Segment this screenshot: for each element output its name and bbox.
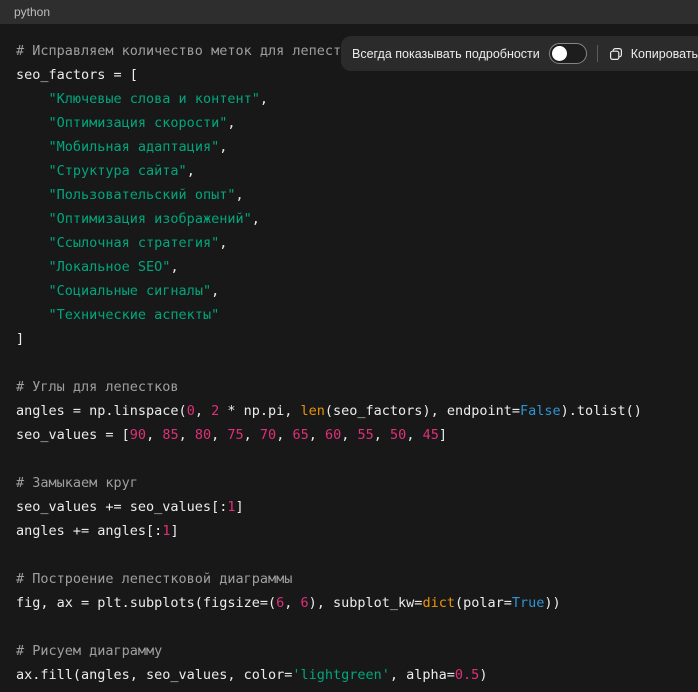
details-toggle[interactable] — [549, 43, 587, 64]
code-content: # Исправляем количество меток для лепест… — [0, 24, 698, 687]
code-line: "Социальные сигналы", — [16, 279, 682, 303]
code-line: "Мобильная адаптация", — [16, 135, 682, 159]
code-line: "Ссылочная стратегия", — [16, 231, 682, 255]
code-line: # Замыкаем круг — [16, 471, 682, 495]
code-line: "Структура сайта", — [16, 159, 682, 183]
code-line: angles += angles[:1] — [16, 519, 682, 543]
code-line: "Пользовательский опыт", — [16, 183, 682, 207]
always-show-details-label: Всегда показывать подробности — [352, 47, 540, 61]
always-show-details-control[interactable]: Всегда показывать подробности — [352, 43, 587, 64]
code-line: # Построение лепестковой диаграммы — [16, 567, 682, 591]
code-language-label: python — [14, 5, 50, 19]
code-line: seo_values += seo_values[:1] — [16, 495, 682, 519]
code-header: python — [0, 0, 698, 24]
copy-code-button[interactable]: Копировать код — [608, 46, 698, 62]
code-line: seo_values = [90, 85, 80, 75, 70, 65, 60… — [16, 423, 682, 447]
code-line: "Ключевые слова и контент", — [16, 87, 682, 111]
copy-code-label: Копировать код — [631, 47, 698, 61]
code-line — [16, 447, 682, 471]
code-line: "Оптимизация скорости", — [16, 111, 682, 135]
code-toolbar: Всегда показывать подробности Копировать… — [341, 36, 698, 71]
code-line: "Оптимизация изображений", — [16, 207, 682, 231]
code-line — [16, 615, 682, 639]
code-line: angles = np.linspace(0, 2 * np.pi, len(s… — [16, 399, 682, 423]
code-line — [16, 543, 682, 567]
code-line: # Рисуем диаграмму — [16, 639, 682, 663]
code-line: "Технические аспекты" — [16, 303, 682, 327]
code-line: ] — [16, 327, 682, 351]
copy-icon — [608, 46, 624, 62]
code-line: "Локальное SEO", — [16, 255, 682, 279]
code-line — [16, 351, 682, 375]
code-block-window: python # Исправляем количество меток для… — [0, 0, 698, 692]
code-line: ax.fill(angles, seo_values, color='light… — [16, 663, 682, 687]
code-line: # Углы для лепестков — [16, 375, 682, 399]
toggle-knob — [552, 46, 567, 61]
toolbar-divider — [597, 45, 598, 62]
code-line: fig, ax = plt.subplots(figsize=(6, 6), s… — [16, 591, 682, 615]
